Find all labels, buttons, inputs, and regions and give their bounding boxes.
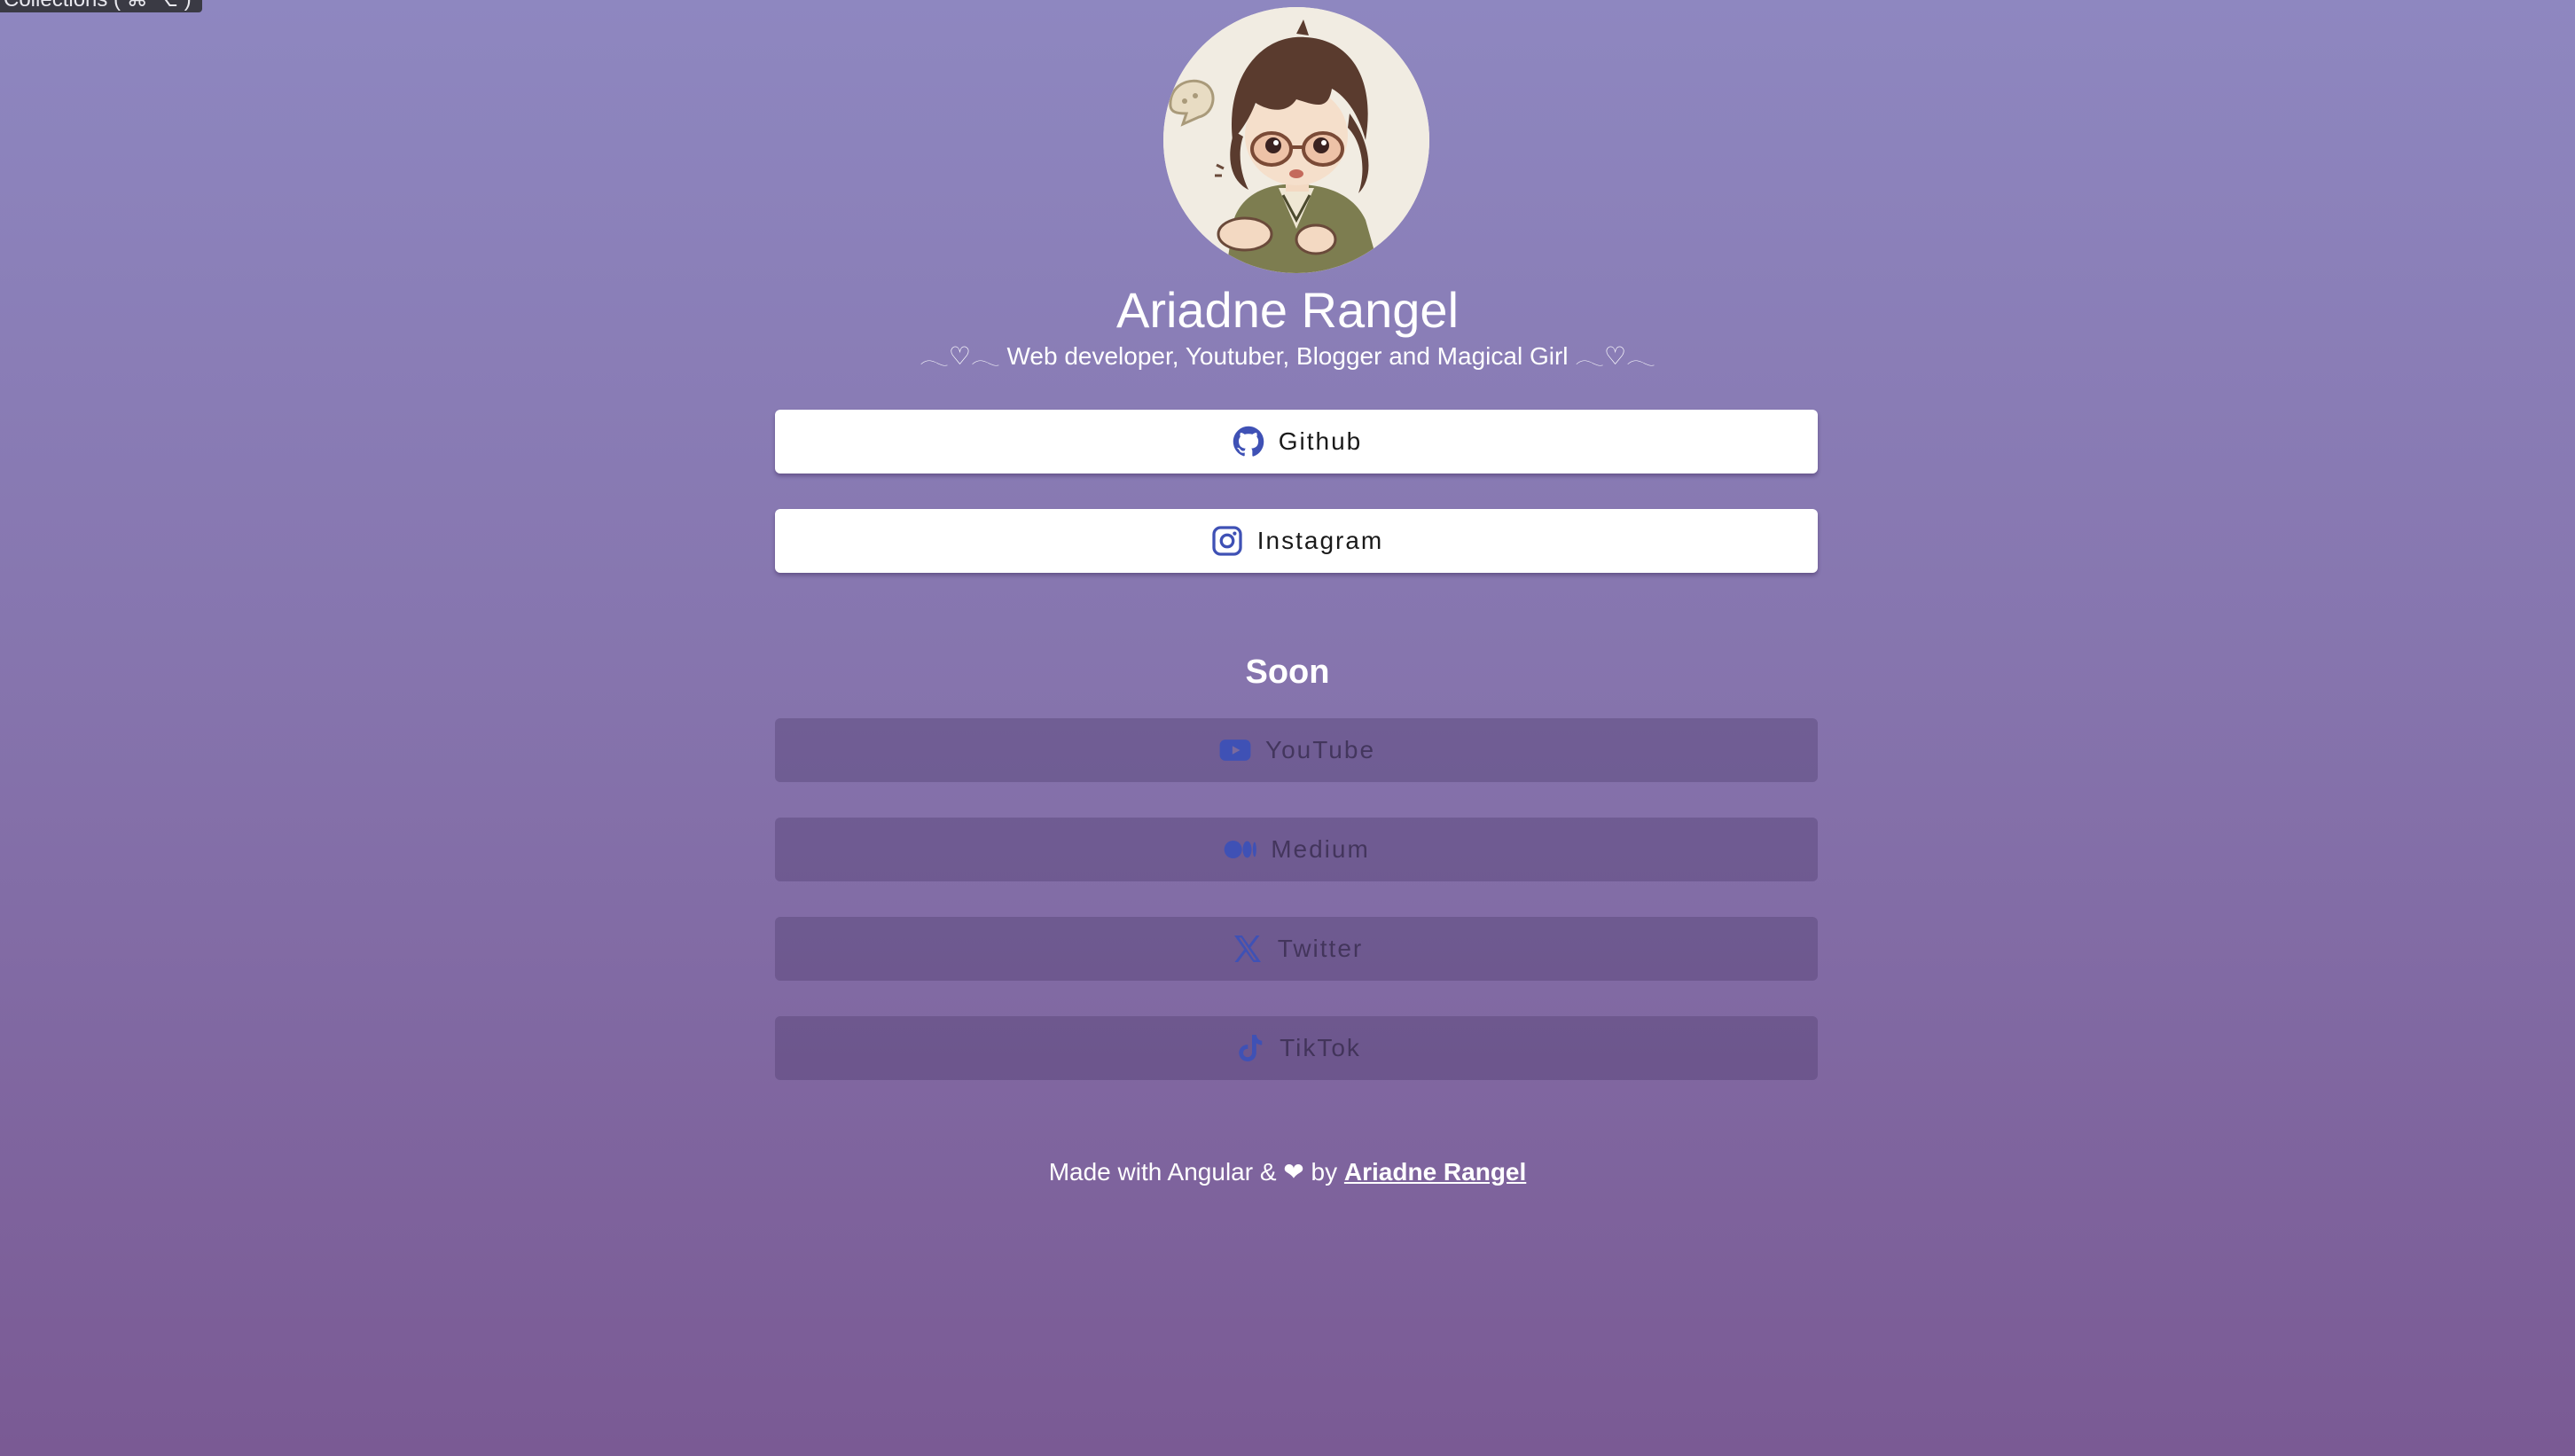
instagram-label: Instagram [1256,527,1384,554]
medium-label: Medium [1271,835,1370,863]
footer: Made with Angular & ❤ by Ariadne Rangel [0,1155,2575,1190]
x-icon [1230,931,1265,967]
collections-tooltip: Collections ( ⌘ ⌥ ) [0,0,202,12]
instagram-icon [1209,523,1245,559]
medium-icon [1223,832,1258,867]
instagram-link-button[interactable]: Instagram [775,509,1818,573]
github-link-button[interactable]: Github [775,410,1818,474]
medium-link-button: Medium [775,818,1818,881]
github-icon [1231,424,1266,459]
soon-heading: Soon [1245,654,1330,691]
twitter-label: Twitter [1277,935,1364,962]
page: Collections ( ⌘ ⌥ ) [0,0,2575,1456]
tiktok-icon [1232,1030,1267,1066]
author-link[interactable]: Ariadne Rangel [1344,1158,1526,1186]
twitter-link-button: Twitter [775,917,1818,981]
youtube-icon [1217,732,1253,768]
tiktok-label: TikTok [1280,1034,1361,1061]
avatar-illustration [1163,7,1429,273]
collections-tooltip-text: Collections ( ⌘ ⌥ ) [4,0,192,12]
github-label: Github [1278,427,1363,455]
youtube-link-button: YouTube [775,718,1818,782]
profile-bio: 𓂃♡𓂃 Web developer, Youtuber, Blogger and… [920,342,1655,370]
profile-name: Ariadne Rangel [1115,282,1460,338]
youtube-label: YouTube [1264,736,1376,763]
avatar [1163,7,1429,273]
tiktok-link-button: TikTok [775,1016,1818,1080]
footer-text: Made with Angular & ❤ by [1048,1158,1344,1186]
